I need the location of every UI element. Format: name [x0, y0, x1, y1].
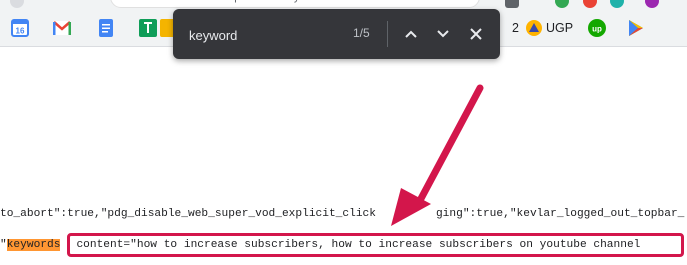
annotation-arrow [391, 84, 484, 226]
